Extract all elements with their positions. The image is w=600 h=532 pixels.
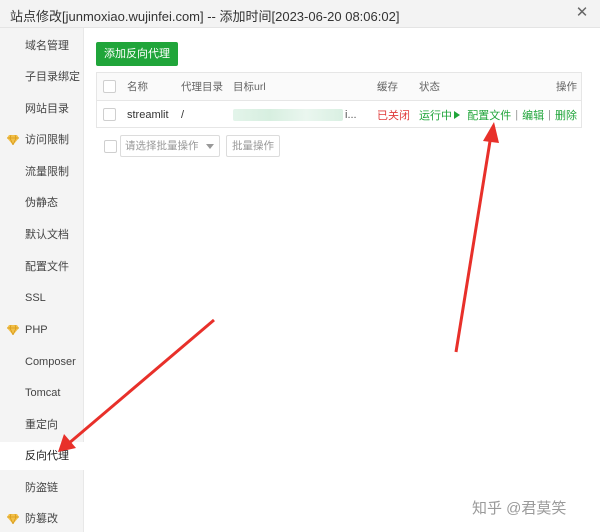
sidebar-item-reverse-proxy[interactable]: 反向代理 (0, 442, 84, 470)
gem-icon (7, 325, 19, 335)
sidebar-item-label: 访问限制 (25, 134, 69, 146)
row-target-url: i... (233, 101, 357, 128)
row-status-label: 运行中 (419, 109, 452, 122)
sidebar-item-label: Tomcat (25, 387, 61, 399)
redacted-url-blur (233, 108, 343, 121)
sidebar-item-label: 防篡改 (25, 513, 58, 525)
action-divider: | (515, 108, 519, 121)
row-target-url-tail: i... (345, 108, 357, 121)
play-icon (454, 110, 460, 119)
col-proxy-dir: 代理目录 (181, 81, 223, 93)
gem-icon (7, 135, 19, 145)
sidebar-item-subdir[interactable]: 子目录绑定 (0, 63, 84, 91)
sidebar-item-label: 流量限制 (25, 166, 69, 178)
sidebar-item-label: 伪静态 (25, 197, 58, 209)
sidebar-item-label: Composer (25, 356, 76, 368)
close-icon[interactable]: ✕ (574, 5, 590, 21)
sidebar-item-php[interactable]: PHP (0, 316, 84, 344)
sidebar-item-label: 防盗链 (25, 482, 58, 494)
edit-link[interactable]: 编辑 (522, 107, 544, 123)
sidebar-item-default-doc[interactable]: 默认文档 (0, 221, 84, 249)
sidebar-item-domain[interactable]: 域名管理 (0, 32, 84, 60)
sidebar-item-label: PHP (25, 324, 48, 336)
batch-select-placeholder: 请选择批量操作 (125, 140, 199, 152)
select-all-checkbox[interactable] (103, 80, 116, 93)
col-name: 名称 (127, 81, 148, 93)
sidebar-item-tomcat[interactable]: Tomcat (0, 379, 84, 407)
row-proxy-dir: / (181, 108, 185, 121)
watermark: 知乎 @君莫笑 (472, 500, 567, 517)
delete-link[interactable]: 删除 (555, 107, 577, 123)
sidebar-item-rewrite[interactable]: 伪静态 (0, 189, 84, 217)
config-file-link[interactable]: 配置文件 (467, 107, 511, 123)
sidebar-item-config-file[interactable]: 配置文件 (0, 253, 84, 281)
chevron-down-icon (206, 144, 214, 149)
main-panel: 添加反向代理 名称 代理目录 目标url 缓存 状态 操作 streamlit … (84, 28, 600, 532)
sidebar-item-label: 默认文档 (25, 229, 69, 241)
add-reverse-proxy-button[interactable]: 添加反向代理 (96, 42, 178, 66)
sidebar-item-label: 域名管理 (25, 40, 69, 52)
sidebar-item-label: SSL (25, 292, 46, 304)
sidebar-item-label: 网站目录 (25, 103, 69, 115)
sidebar-item-access-limit[interactable]: 访问限制 (0, 126, 84, 154)
sidebar-item-label: 重定向 (25, 419, 58, 431)
sidebar-item-traffic-limit[interactable]: 流量限制 (0, 158, 84, 186)
batch-action-select[interactable]: 请选择批量操作 (120, 135, 220, 157)
col-target-url: 目标url (233, 81, 266, 93)
table-row: streamlit / i... 已关闭 运行中 配置文件 | 编辑 | 删除 (97, 101, 581, 128)
sidebar-item-ssl[interactable]: SSL (0, 284, 84, 312)
row-name: streamlit (127, 108, 169, 121)
sidebar-item-composer[interactable]: Composer (0, 348, 84, 376)
sidebar-item-hotlink[interactable]: 防盗链 (0, 474, 84, 502)
window-title: 站点修改[junmoxiao.wujinfei.com] -- 添加时间[202… (10, 9, 400, 24)
sidebar-item-label: 反向代理 (25, 450, 69, 462)
action-divider: | (548, 108, 551, 121)
title-bar: 站点修改[junmoxiao.wujinfei.com] -- 添加时间[202… (0, 0, 600, 28)
sidebar-item-label: 配置文件 (25, 261, 69, 273)
row-checkbox[interactable] (103, 108, 116, 121)
table-header: 名称 代理目录 目标url 缓存 状态 操作 (97, 73, 581, 101)
row-status-toggle[interactable]: 运行中 (419, 101, 460, 128)
col-actions: 操作 (556, 81, 577, 93)
sidebar-item-tamper-proof[interactable]: 防篡改 (0, 505, 84, 532)
gem-icon (7, 514, 19, 524)
row-actions: 配置文件 | 编辑 | 删除 (467, 101, 577, 128)
row-cache: 已关闭 (377, 109, 410, 122)
sidebar: 域名管理 子目录绑定 网站目录 访问限制 流量限制 伪静态 默认文档 配置文件 … (0, 28, 84, 532)
batch-action-button[interactable]: 批量操作 (226, 135, 280, 157)
sidebar-item-redirect[interactable]: 重定向 (0, 411, 84, 439)
col-cache: 缓存 (377, 81, 398, 93)
batch-checkbox[interactable] (104, 140, 117, 153)
sidebar-item-label: 子目录绑定 (25, 71, 80, 83)
sidebar-item-site-dir[interactable]: 网站目录 (0, 95, 84, 123)
col-status: 状态 (419, 81, 440, 93)
proxy-table: 名称 代理目录 目标url 缓存 状态 操作 streamlit / i... … (96, 72, 582, 128)
